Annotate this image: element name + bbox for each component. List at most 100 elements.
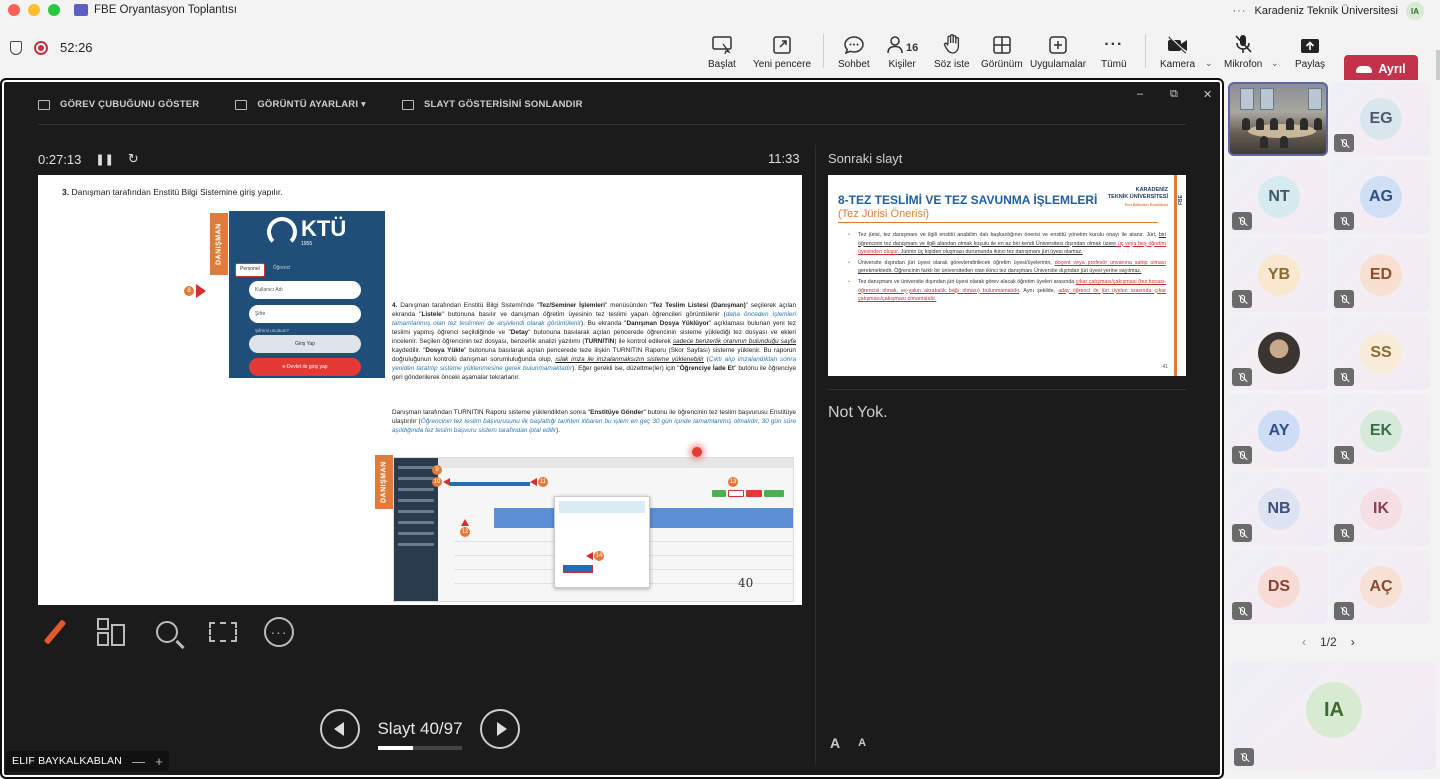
- avatar: [1258, 332, 1300, 374]
- next-page-button[interactable]: ›: [1351, 635, 1355, 649]
- raise-hand-button[interactable]: Söz iste: [934, 32, 970, 70]
- people-count: 16: [906, 42, 919, 54]
- participant-gallery: EG NT AG YB ED SS AY EK NB IK DS AÇ ‹ 1/2 › IA: [1226, 80, 1440, 779]
- participant-tile[interactable]: IK: [1330, 472, 1430, 546]
- avatar: SS: [1360, 332, 1402, 374]
- show-taskbar-button[interactable]: GÖREV ÇUBUĞUNU GÖSTER: [38, 99, 199, 110]
- display-settings-button[interactable]: GÖRÜNTÜ AYARLARI ▾: [235, 99, 366, 110]
- black-screen-button[interactable]: [206, 615, 240, 649]
- avatar: AG: [1360, 176, 1402, 218]
- camera-button[interactable]: Kamera: [1160, 32, 1195, 70]
- participant-tile[interactable]: EK: [1330, 394, 1430, 468]
- decrease-font-button[interactable]: A: [858, 737, 866, 751]
- ktu-logo: KTÜ 1955: [267, 217, 346, 247]
- view-button[interactable]: Görünüm: [981, 32, 1023, 70]
- chat-button[interactable]: Sohbet: [838, 32, 870, 70]
- more-slide-options-button[interactable]: ···: [262, 615, 296, 649]
- system-header: [438, 458, 793, 468]
- avatar: AY: [1258, 410, 1300, 452]
- slide-progress-bar: [378, 746, 462, 750]
- presenter-name: ELIF BAYKALKABLAN: [12, 755, 123, 767]
- present-icon: [712, 32, 732, 54]
- recording-icon: [34, 40, 48, 55]
- new-window-button[interactable]: Yeni pencere: [753, 32, 811, 70]
- marker-14: 14: [586, 551, 604, 561]
- more-icon: ···: [264, 617, 294, 647]
- ktu-wordmark: KARADENİZ TEKNİK ÜNİVERSİTESİ Fen Biliml…: [1107, 187, 1168, 207]
- avatar: EK: [1360, 410, 1402, 452]
- participant-tile[interactable]: AY: [1228, 394, 1328, 468]
- slide-page-number: 40: [738, 576, 754, 590]
- muted-mic-icon: [1334, 368, 1354, 386]
- people-button[interactable]: 16 Kişiler: [886, 32, 918, 70]
- mic-options-chevron-icon[interactable]: ⌄: [1271, 58, 1279, 69]
- minimize-window-button[interactable]: [28, 4, 40, 16]
- ktu-logo-mark: [267, 217, 297, 247]
- chevron-right-icon: [496, 722, 507, 736]
- increase-font-button[interactable]: A: [830, 735, 840, 751]
- see-all-slides-button[interactable]: [94, 615, 128, 649]
- security-shield-icon[interactable]: [10, 40, 22, 55]
- participant-tile[interactable]: AÇ: [1330, 550, 1430, 624]
- start-button[interactable]: Başlat: [708, 32, 736, 70]
- pop-out-icon: [773, 32, 791, 54]
- participant-tile[interactable]: YB: [1228, 238, 1328, 312]
- login-screenshot: KTÜ 1955 Personel Öğrenci Kullanıcı Adı Ş…: [229, 211, 385, 378]
- pv-close-button[interactable]: ✕: [1203, 88, 1212, 101]
- camera-options-chevron-icon[interactable]: ⌄: [1205, 58, 1213, 69]
- next-slide-button[interactable]: [480, 709, 520, 749]
- participant-tile[interactable]: SS: [1330, 316, 1430, 390]
- participant-tile[interactable]: EG: [1330, 82, 1430, 156]
- more-options-icon[interactable]: ···: [1233, 5, 1247, 17]
- marker-9: 9: [432, 465, 442, 475]
- muted-mic-icon: [1334, 602, 1354, 620]
- participant-tile[interactable]: DS: [1228, 550, 1328, 624]
- meeting-title: FBE Oryantasyon Toplantısı: [94, 4, 237, 16]
- participant-tile[interactable]: NT: [1228, 160, 1328, 234]
- apps-button[interactable]: Uygulamalar: [1030, 32, 1086, 70]
- avatar: EG: [1360, 98, 1402, 140]
- participant-tile[interactable]: ED: [1330, 238, 1430, 312]
- login-tabs: Personel Öğrenci: [231, 263, 383, 277]
- zoom-button[interactable]: [150, 615, 184, 649]
- participant-video: [1230, 84, 1326, 154]
- org-switcher[interactable]: ··· Karadeniz Teknik Üniversitesi IA: [1233, 2, 1424, 20]
- pen-tool-button[interactable]: [38, 615, 72, 649]
- participant-tile[interactable]: [1228, 82, 1328, 156]
- notes-divider[interactable]: [828, 389, 1186, 390]
- leave-button[interactable]: Ayrıl: [1344, 55, 1418, 83]
- pv-restore-button[interactable]: ⧉: [1170, 88, 1178, 101]
- share-screen-button[interactable]: Paylaş: [1295, 32, 1325, 70]
- current-slide[interactable]: 3. Danışman tarafından Enstitü Bilgi Sis…: [38, 175, 802, 605]
- previous-page-button[interactable]: ‹: [1302, 635, 1306, 649]
- pane-divider[interactable]: [815, 145, 816, 765]
- zoom-window-button[interactable]: [48, 4, 60, 16]
- muted-mic-icon: [1232, 602, 1252, 620]
- end-slideshow-button[interactable]: SLAYT GÖSTERİSİNİ SONLANDIR: [402, 99, 583, 110]
- pv-minimize-button[interactable]: –: [1137, 88, 1143, 100]
- zoom-out-button[interactable]: —: [132, 754, 145, 769]
- previous-slide-button[interactable]: [320, 709, 360, 749]
- pause-icon[interactable]: ❚❚: [95, 153, 113, 166]
- more-actions-button[interactable]: ··· Tümü: [1101, 32, 1127, 70]
- muted-mic-icon: [1234, 748, 1254, 766]
- ellipsis-icon: ···: [1104, 36, 1124, 53]
- close-window-button[interactable]: [8, 4, 20, 16]
- avatar: IA: [1306, 682, 1362, 738]
- profile-avatar[interactable]: IA: [1406, 2, 1424, 20]
- presenter-label: ELIF BAYKALKABLAN — +: [6, 751, 170, 771]
- next-slide-preview[interactable]: 8-TEZ TESLİMİ VE TEZ SAVUNMA İŞLEMLERİ (…: [828, 175, 1186, 376]
- muted-mic-icon: [1232, 524, 1252, 542]
- participant-tile[interactable]: AG: [1330, 160, 1430, 234]
- participant-tile[interactable]: NB: [1228, 472, 1328, 546]
- restart-timer-icon[interactable]: ↻: [128, 151, 139, 167]
- self-video-tile[interactable]: IA: [1230, 662, 1436, 770]
- mic-button[interactable]: Mikrofon: [1224, 32, 1262, 70]
- muted-mic-icon: [1334, 524, 1354, 542]
- participant-tile[interactable]: [1228, 316, 1328, 390]
- login-button: Giriş Yap: [249, 335, 361, 353]
- zoom-in-button[interactable]: +: [155, 754, 163, 769]
- advisor-side-label-2: DANIŞMAN: [375, 455, 393, 509]
- hand-icon: [943, 32, 961, 54]
- slide-paragraph-5: Danışman tarafından TURNITIN Raporu sist…: [392, 409, 796, 434]
